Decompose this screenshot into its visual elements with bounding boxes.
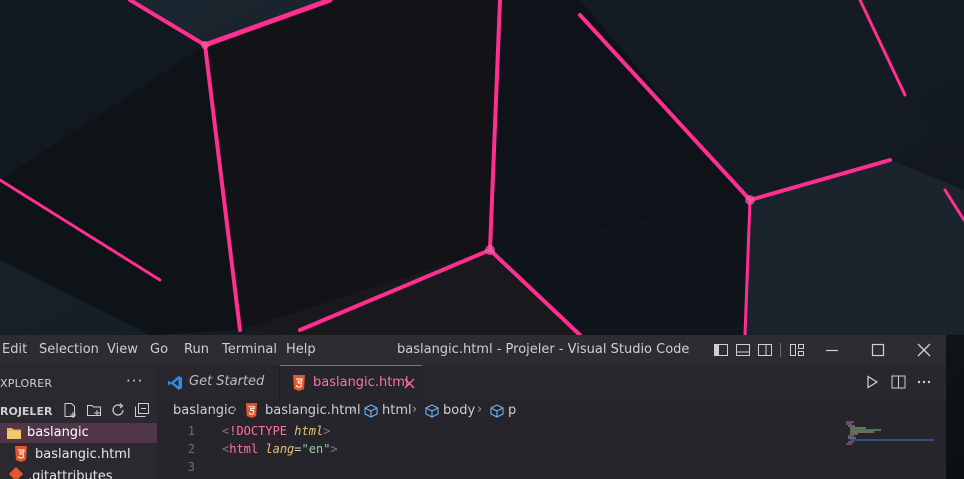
html5-icon [293, 375, 305, 391]
breadcrumb-chevron-icon: › [412, 402, 418, 417]
menu-run[interactable]: Run [184, 335, 209, 365]
code-line[interactable]: <!DOCTYPE html> [222, 424, 330, 438]
code-line[interactable]: <html lang="en"> [222, 442, 338, 456]
html5-icon [15, 446, 27, 462]
menu-go[interactable]: Go [150, 335, 168, 365]
new-folder-icon[interactable] [86, 402, 102, 418]
tree-item-label: baslangic [27, 425, 89, 440]
menu-terminal[interactable]: Terminal [222, 335, 277, 365]
breadcrumb-html[interactable]: html [382, 403, 412, 418]
new-file-icon[interactable] [62, 402, 78, 418]
toggle-primary-sidebar-icon[interactable] [713, 342, 729, 358]
breadcrumb-chevron-icon: › [232, 402, 238, 417]
close-tab-icon[interactable] [404, 378, 415, 389]
html5-icon [245, 403, 258, 418]
toolbar-separator [780, 343, 781, 357]
line-number: 2 [187, 442, 195, 456]
minimize-icon[interactable] [824, 342, 840, 358]
code-editor[interactable]: 1 2 3 <!DOCTYPE html> <html lang="en"> [157, 422, 946, 479]
breadcrumb-chevron-icon: › [477, 402, 483, 417]
explorer-sidebar: XPLORER ··· ROJELER baslangic baslangic.… [0, 365, 157, 479]
collapse-all-icon[interactable] [134, 402, 150, 418]
explorer-more-actions[interactable]: ··· [126, 372, 143, 390]
maximize-icon[interactable] [870, 342, 886, 358]
breadcrumb-p[interactable]: p [508, 403, 516, 418]
run-icon[interactable] [865, 375, 879, 389]
vscode-window: Edit Selection View Go Run Terminal Help… [0, 335, 946, 479]
window-title: baslangic.html - Projeler - Visual Studi… [397, 342, 690, 357]
breadcrumb-chevron-icon: › [351, 402, 357, 417]
refresh-icon[interactable] [110, 402, 126, 418]
tab-baslangic-html[interactable]: baslangic.html [280, 365, 422, 401]
customize-layout-icon[interactable] [789, 342, 805, 358]
tree-item-folder[interactable]: baslangic [0, 423, 157, 443]
explorer-title: XPLORER [0, 377, 53, 390]
toggle-secondary-sidebar-icon[interactable] [757, 342, 773, 358]
close-icon[interactable] [916, 342, 932, 358]
vscode-icon [168, 376, 182, 390]
minimap[interactable] [846, 420, 936, 460]
symbol-element-icon [364, 404, 378, 418]
symbol-element-icon [490, 404, 504, 418]
project-section-title[interactable]: ROJELER [0, 405, 52, 418]
breadcrumb-file[interactable]: baslangic.html [265, 403, 361, 418]
line-number: 1 [187, 424, 195, 438]
line-number: 3 [187, 460, 195, 474]
git-icon [9, 467, 23, 479]
more-actions-icon[interactable] [917, 375, 931, 389]
tab-label: Get Started [189, 374, 265, 389]
menu-edit[interactable]: Edit [2, 335, 27, 365]
folder-icon [7, 428, 21, 439]
title-bar: Edit Selection View Go Run Terminal Help… [0, 335, 946, 365]
menu-help[interactable]: Help [286, 335, 316, 365]
tree-item-label[interactable]: baslangic.html [35, 447, 131, 462]
breadcrumb-body[interactable]: body [443, 403, 475, 418]
tab-label: baslangic.html [313, 375, 409, 390]
toggle-panel-icon[interactable] [735, 342, 751, 358]
split-editor-icon[interactable] [891, 375, 906, 389]
breadcrumb: baslangic › baslangic.html › html › body… [157, 400, 946, 422]
editor-tabs: Get Started baslangic.html [157, 365, 946, 401]
tab-get-started[interactable]: Get Started [157, 365, 280, 400]
breadcrumb-folder[interactable]: baslangic [173, 403, 235, 418]
menu-view[interactable]: View [107, 335, 138, 365]
tree-item-label[interactable]: .gitattributes [28, 469, 113, 479]
symbol-element-icon [425, 404, 439, 418]
menu-selection[interactable]: Selection [39, 335, 99, 365]
